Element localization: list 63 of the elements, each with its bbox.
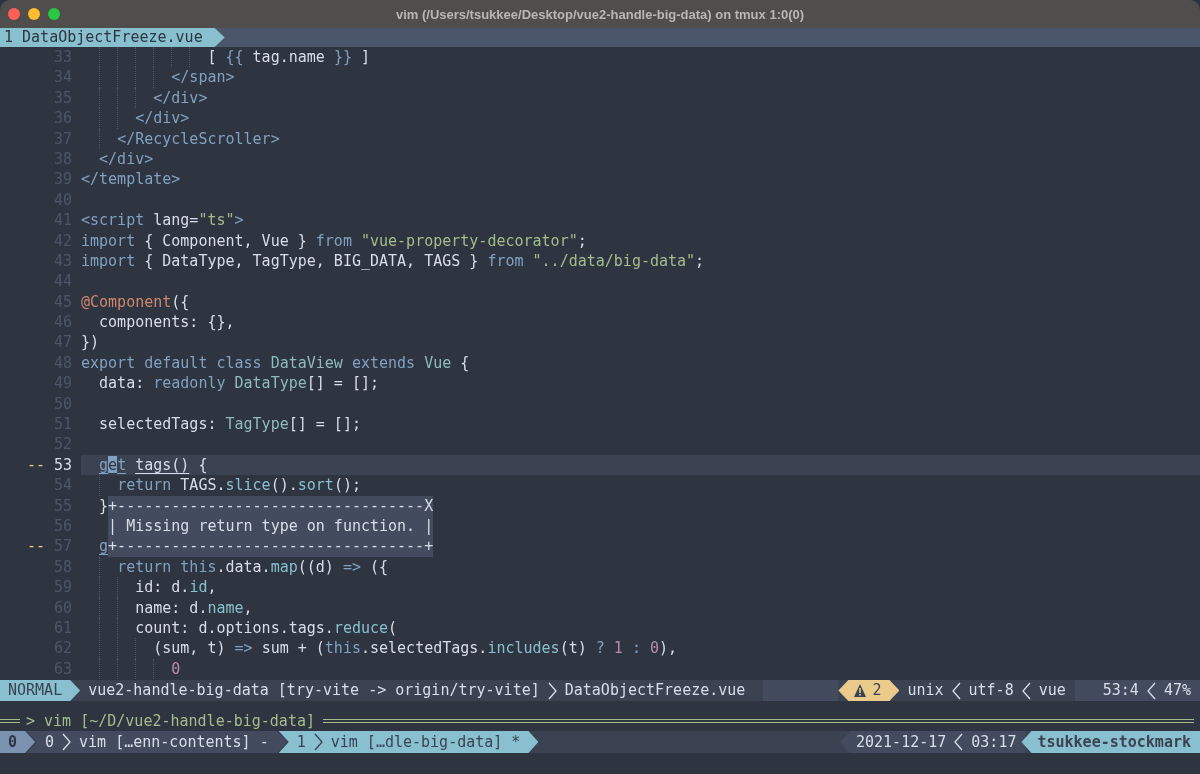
- code-line: import { Component, Vue } from "vue-property-decorator";: [81, 231, 587, 250]
- code-line: name: d.name,: [134, 598, 253, 617]
- sign-marker: --: [27, 536, 47, 557]
- code-line: 0: [170, 659, 181, 678]
- code-line: g: [98, 537, 109, 556]
- window-name: vim […enn-contents] -: [79, 732, 269, 753]
- chevron-icon: [62, 733, 72, 751]
- code-line: components: {},: [98, 313, 235, 332]
- code-line: }: [98, 496, 109, 515]
- chevron-icon: [547, 681, 557, 700]
- sign-marker: --: [27, 454, 47, 476]
- warning-icon: [854, 684, 867, 697]
- code-line: </template>: [81, 170, 181, 189]
- code-line: (sum, t) => sum + (this.selectedTags.includes(t) ? 1 : 0),: [152, 639, 678, 658]
- line-number: 53: [54, 454, 72, 476]
- session-name: 0: [0, 731, 36, 753]
- pane-title: > vim [~/D/vue2-handle-big-data]: [26, 712, 315, 730]
- scroll-percent: 47%: [1163, 680, 1191, 701]
- code-line: return TAGS.slice().sort();: [116, 476, 361, 495]
- project-branch: vue2-handle-big-data [try-vite -> origin/try-vite]: [88, 680, 540, 701]
- chevron-icon: [313, 733, 323, 751]
- chevron-icon: [951, 681, 961, 700]
- time-text: 03:17: [971, 732, 1017, 753]
- window-tab[interactable]: 1 vim […dle-big-data] *: [278, 731, 539, 753]
- window-index: 0: [45, 732, 55, 753]
- code-line: <script lang="ts">: [81, 211, 244, 230]
- code-line: return this.data.map((d) => ({: [116, 557, 389, 576]
- code-line: </RecycleScroller>: [116, 129, 280, 148]
- buffer-tab[interactable]: 1 DataObjectFreeze.vue: [0, 28, 225, 47]
- code-line: count: d.options.tags.reduce(: [134, 618, 398, 637]
- file-name: DataObjectFreeze.vue: [564, 680, 746, 701]
- host-name: tsukkee-stockmark: [1021, 731, 1200, 753]
- window-tab[interactable]: 0 vim […enn-contents] -: [27, 731, 287, 753]
- window-index: 1: [296, 732, 306, 753]
- code-line: id: d.id,: [134, 578, 217, 597]
- code-line: export default class DataView extends Vue {: [81, 353, 470, 372]
- code-line: get tags() {: [98, 455, 208, 474]
- code-line: </span>: [170, 68, 235, 87]
- chevron-icon: [954, 733, 964, 751]
- code-line: [ {{ tag.name }} ]: [206, 48, 370, 66]
- file-type: vue: [1038, 680, 1066, 701]
- file-format: unix: [907, 680, 944, 701]
- zoom-button[interactable]: [48, 8, 60, 20]
- window-title: vim (/Users/tsukkee/Desktop/vue2-handle-big-data) on tmux 1:0(0): [395, 7, 805, 22]
- file-encoding: utf-8: [968, 680, 1014, 701]
- diagnostic-popup: +----------------------------------X | Missing return type on function. | +----------------------------------+: [108, 495, 434, 557]
- date-text: 2021-12-17: [856, 732, 947, 753]
- minimize-button[interactable]: [28, 8, 40, 20]
- code-line: selectedTags: TagType[] = [];: [98, 415, 361, 434]
- code-line: data: readonly DataType[] = [];: [98, 374, 380, 393]
- close-button[interactable]: [8, 8, 20, 20]
- code-line: @Component({: [81, 292, 190, 311]
- code-line: }): [81, 333, 100, 352]
- mode-indicator: NORMAL: [0, 680, 81, 701]
- code-line: </div>: [152, 88, 208, 107]
- code-line: </div>: [134, 109, 190, 128]
- chevron-icon: [1021, 681, 1031, 700]
- window-name: vim […dle-big-data] *: [330, 732, 521, 753]
- line-column: 53:4: [1102, 680, 1139, 701]
- code-line: </div>: [98, 149, 154, 168]
- warning-count: 2: [838, 680, 900, 701]
- chevron-icon: [1146, 681, 1156, 700]
- code-line: import { DataType, TagType, BIG_DATA, TAGS } from "../data/big-data";: [81, 251, 705, 270]
